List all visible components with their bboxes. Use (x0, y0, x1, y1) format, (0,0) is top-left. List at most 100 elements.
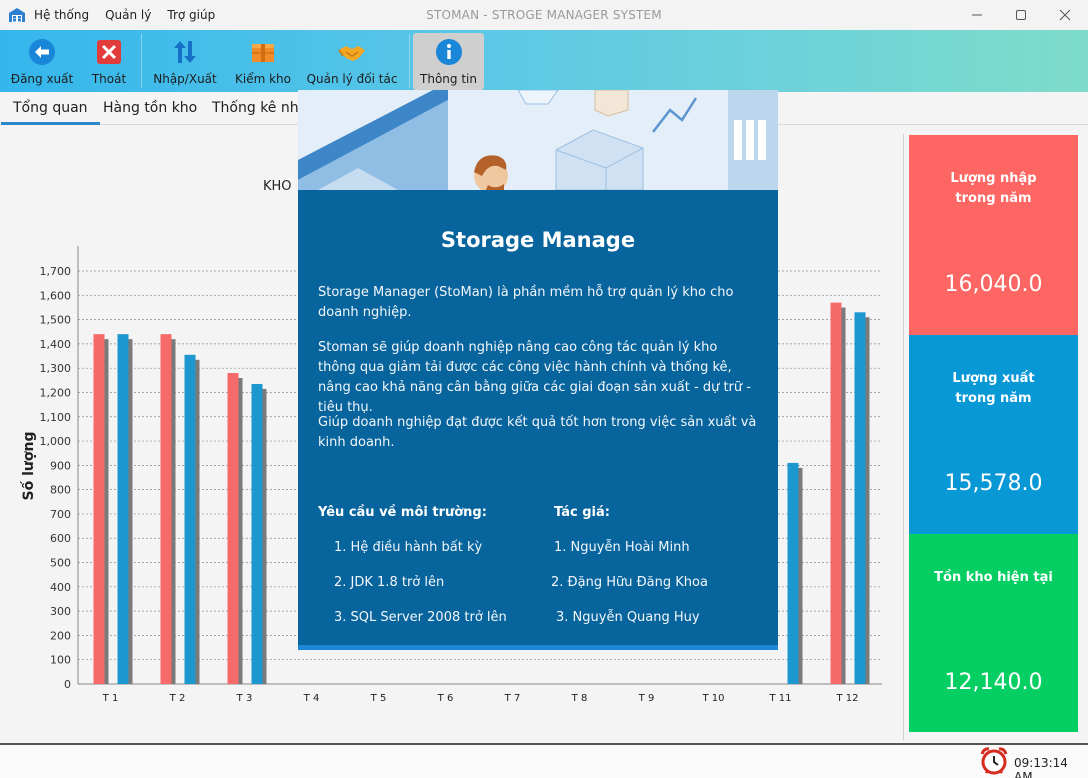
y-tick-label: 200 (50, 629, 71, 642)
y-tick-label: 1,600 (40, 289, 72, 302)
about-bottom-accent (298, 645, 778, 650)
bar (787, 462, 799, 684)
about-banner-illustration (298, 90, 778, 190)
exit-label: Thoát (91, 72, 127, 86)
info-label: Thông tin (420, 72, 477, 86)
close-window-button[interactable] (1043, 0, 1087, 30)
import-export-arrows-icon (174, 41, 196, 63)
x-tick-label: T 2 (169, 693, 186, 704)
requirement-item: 2. JDK 1.8 trở lên (334, 575, 445, 590)
y-axis-label: Số lượng (20, 432, 37, 501)
bar (184, 354, 196, 684)
tab-inventory[interactable]: Hàng tồn kho (91, 92, 209, 125)
author-item: 1. Nguyễn Hoài Minh (554, 540, 690, 555)
minimize-icon (972, 14, 982, 16)
logout-arrow-icon (29, 39, 55, 65)
y-tick-label: 1,300 (40, 362, 72, 375)
app-window: Hệ thống Quản lý Trợ giúp STOMAN - STROG… (0, 0, 1088, 778)
alarm-clock-icon (980, 747, 1008, 775)
maximize-icon (1016, 10, 1026, 20)
y-tick-label: 500 (50, 557, 71, 570)
menu-quan-ly[interactable]: Quản lý (105, 8, 151, 22)
tab-overview[interactable]: Tổng quan (1, 92, 100, 125)
handshake-icon (338, 46, 365, 61)
info-button[interactable]: Thông tin (413, 33, 484, 90)
window-title: STOMAN - STROGE MANAGER SYSTEM (426, 8, 662, 22)
stat-stock-value: 12,140.0 (944, 670, 1043, 695)
logout-button[interactable]: Đăng xuất (10, 30, 74, 92)
y-tick-label: 700 (50, 508, 71, 521)
x-tick-label: T 1 (102, 693, 119, 704)
import-export-label: Nhập/Xuất (153, 72, 217, 86)
panel-divider (903, 134, 904, 740)
requirements-heading: Yêu cầu về môi trường: (318, 505, 487, 520)
x-tick-label: T 12 (835, 693, 858, 704)
x-tick-label: T 5 (370, 693, 387, 704)
clock-time: 09:13:14 AM (1014, 756, 1068, 778)
toolbar-separator (409, 34, 410, 88)
bar (251, 383, 263, 684)
bar (160, 334, 172, 684)
x-tick-label: T 8 (571, 693, 588, 704)
maximize-button[interactable] (999, 0, 1043, 30)
y-tick-label: 600 (50, 532, 71, 545)
info-icon (435, 39, 462, 65)
y-tick-label: 800 (50, 484, 71, 497)
x-tick-label: T 6 (437, 693, 454, 704)
partner-management-button[interactable]: Quản lý đối tác (306, 30, 398, 92)
inventory-check-button[interactable]: Kiểm kho (234, 30, 292, 92)
bar (830, 302, 842, 684)
y-tick-label: 1,400 (40, 338, 72, 351)
stat-stock-title: Tồn kho hiện tại (934, 570, 1053, 585)
boxes-icon (252, 44, 274, 62)
toolbar: Đăng xuất Thoát Nhập/Xuất Kiểm kho Quản … (0, 30, 1088, 92)
about-paragraph-1: Storage Manager (StoMan) là phần mềm hỗ … (318, 285, 734, 320)
warehouse-app-icon (9, 8, 25, 22)
x-tick-label: T 11 (768, 693, 791, 704)
y-tick-label: 1,000 (40, 435, 72, 448)
y-tick-label: 400 (50, 581, 71, 594)
about-paragraph-3: Giúp doanh nghiệp đạt được kết quả tốt h… (318, 415, 757, 450)
partner-management-label: Quản lý đối tác (306, 72, 398, 86)
requirement-item: 3. SQL Server 2008 trở lên (334, 610, 507, 625)
toolbar-separator (141, 34, 142, 88)
logout-label: Đăng xuất (10, 72, 74, 86)
y-tick-label: 900 (50, 459, 71, 472)
stat-imports-value: 16,040.0 (944, 272, 1043, 297)
inventory-check-label: Kiểm kho (235, 72, 291, 86)
y-tick-label: 300 (50, 605, 71, 618)
x-tick-label: T 3 (236, 693, 253, 704)
import-export-button[interactable]: Nhập/Xuất (152, 30, 218, 92)
y-tick-label: 1,500 (40, 314, 72, 327)
about-title: Storage Manage (440, 228, 636, 252)
about-body: Storage Manage Storage Manager (StoMan) … (298, 190, 778, 645)
stat-exports-value: 15,578.0 (944, 471, 1043, 496)
close-icon (1059, 9, 1071, 21)
minimize-button[interactable] (955, 0, 999, 30)
status-bar: 09:13:14 AM (0, 743, 1088, 778)
y-tick-label: 1,100 (40, 411, 72, 424)
stat-imports-title: Lượng nhập trong năm (950, 171, 1037, 206)
x-tick-label: T 10 (701, 693, 724, 704)
about-dialog: Storage Manage Storage Manager (StoMan) … (298, 90, 778, 650)
bar (117, 334, 129, 684)
menu-he-thong[interactable]: Hệ thống (34, 8, 89, 22)
authors-heading: Tác giá: (554, 505, 610, 520)
bar (227, 373, 239, 684)
stat-card-stock: Tồn kho hiện tại 12,140.0 (909, 534, 1078, 732)
about-paragraph-2: Stoman sẽ giúp doanh nghiệp nâng cao côn… (318, 340, 751, 415)
y-tick-label: 1,700 (40, 265, 72, 278)
warehouse-illustration (298, 90, 778, 190)
bar (854, 312, 866, 684)
title-bar: Hệ thống Quản lý Trợ giúp STOMAN - STROG… (0, 0, 1088, 30)
y-tick-label: 100 (50, 654, 71, 667)
chart-title: KHO (263, 179, 292, 194)
bar (93, 334, 105, 684)
exit-button[interactable]: Thoát (84, 30, 134, 92)
stat-exports-title: Lượng xuất trong năm (952, 371, 1035, 406)
stat-card-imports: Lượng nhập trong năm 16,040.0 (909, 135, 1078, 335)
y-tick-label: 0 (64, 678, 71, 691)
menu-tro-giup[interactable]: Trợ giúp (167, 8, 215, 22)
y-tick-label: 1,200 (40, 386, 72, 399)
x-tick-label: T 7 (504, 693, 521, 704)
